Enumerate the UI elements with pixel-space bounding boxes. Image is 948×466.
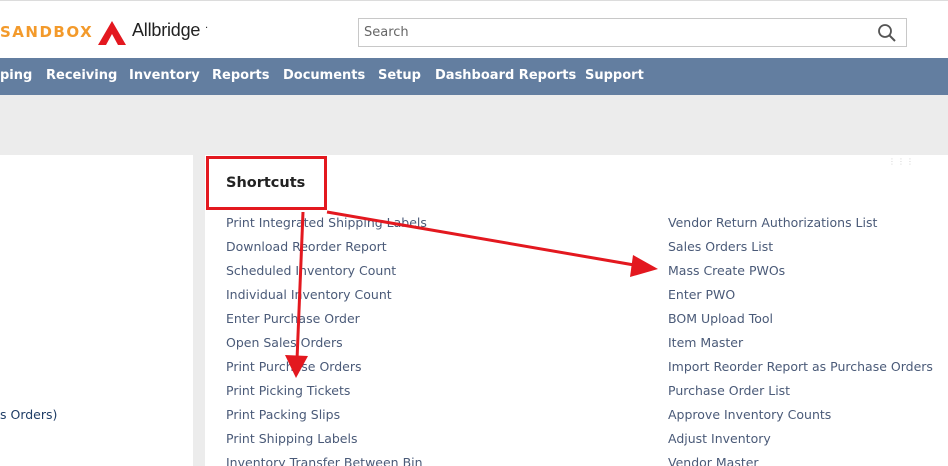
nav-documents[interactable]: Documents: [283, 68, 365, 83]
shortcut-bom-upload-tool[interactable]: BOM Upload Tool: [668, 311, 773, 326]
drag-handle-icon[interactable]: ⋮⋮⋮: [888, 157, 915, 166]
shortcut-print-purchase-orders[interactable]: Print Purchase Orders: [226, 359, 362, 374]
shortcut-sales-orders-list[interactable]: Sales Orders List: [668, 239, 773, 254]
shortcut-print-picking-tickets[interactable]: Print Picking Tickets: [226, 383, 350, 398]
nav-support[interactable]: Support: [585, 68, 644, 83]
left-panel: s Orders): [0, 155, 193, 466]
brand-trailing: .: [205, 20, 209, 31]
allbridge-logo-icon: [98, 21, 126, 45]
shortcut-adjust-inventory[interactable]: Adjust Inventory: [668, 431, 771, 446]
nav-shipping[interactable]: ping: [0, 68, 32, 83]
shortcut-enter-purchase-order[interactable]: Enter Purchase Order: [226, 311, 360, 326]
shortcut-open-sales-orders[interactable]: Open Sales Orders: [226, 335, 343, 350]
shortcut-print-shipping-labels[interactable]: Print Shipping Labels: [226, 431, 357, 446]
search-icon[interactable]: [877, 23, 897, 43]
nav-dashboard-reports[interactable]: Dashboard Reports: [435, 68, 576, 83]
annotation-highlight-box: [206, 156, 327, 210]
shortcut-print-packing-slips[interactable]: Print Packing Slips: [226, 407, 340, 422]
brand-name: Allbridge: [132, 20, 201, 40]
left-panel-item[interactable]: s Orders): [0, 407, 57, 422]
search-input[interactable]: [359, 19, 859, 46]
main-nav: ping Receiving Inventory Reports Documen…: [0, 58, 948, 95]
nav-setup[interactable]: Setup: [378, 68, 421, 83]
nav-receiving[interactable]: Receiving: [46, 68, 117, 83]
shortcut-vendor-return-authorizations-list[interactable]: Vendor Return Authorizations List: [668, 215, 877, 230]
shortcut-item-master[interactable]: Item Master: [668, 335, 743, 350]
shortcut-scheduled-inventory-count[interactable]: Scheduled Inventory Count: [226, 263, 396, 278]
shortcut-vendor-master[interactable]: Vendor Master: [668, 455, 759, 466]
search-box[interactable]: [358, 18, 907, 47]
shortcut-import-reorder-report-as-purchase-orders[interactable]: Import Reorder Report as Purchase Orders: [668, 359, 933, 374]
shortcut-enter-pwo[interactable]: Enter PWO: [668, 287, 735, 302]
shortcut-purchase-order-list[interactable]: Purchase Order List: [668, 383, 790, 398]
sandbox-label: SANDBOX: [0, 23, 94, 41]
shortcut-inventory-transfer-between-bin[interactable]: Inventory Transfer Between Bin: [226, 455, 423, 466]
shortcut-individual-inventory-count[interactable]: Individual Inventory Count: [226, 287, 392, 302]
sub-toolbar: [0, 95, 948, 152]
nav-inventory[interactable]: Inventory: [129, 68, 200, 83]
shortcut-print-integrated-shipping-labels[interactable]: Print Integrated Shipping Labels: [226, 215, 427, 230]
top-header: SANDBOX Allbridge .: [0, 0, 948, 58]
shortcut-download-reorder-report[interactable]: Download Reorder Report: [226, 239, 387, 254]
shortcut-approve-inventory-counts[interactable]: Approve Inventory Counts: [668, 407, 831, 422]
shortcut-mass-create-pwos[interactable]: Mass Create PWOs: [668, 263, 785, 278]
nav-reports[interactable]: Reports: [212, 68, 269, 83]
